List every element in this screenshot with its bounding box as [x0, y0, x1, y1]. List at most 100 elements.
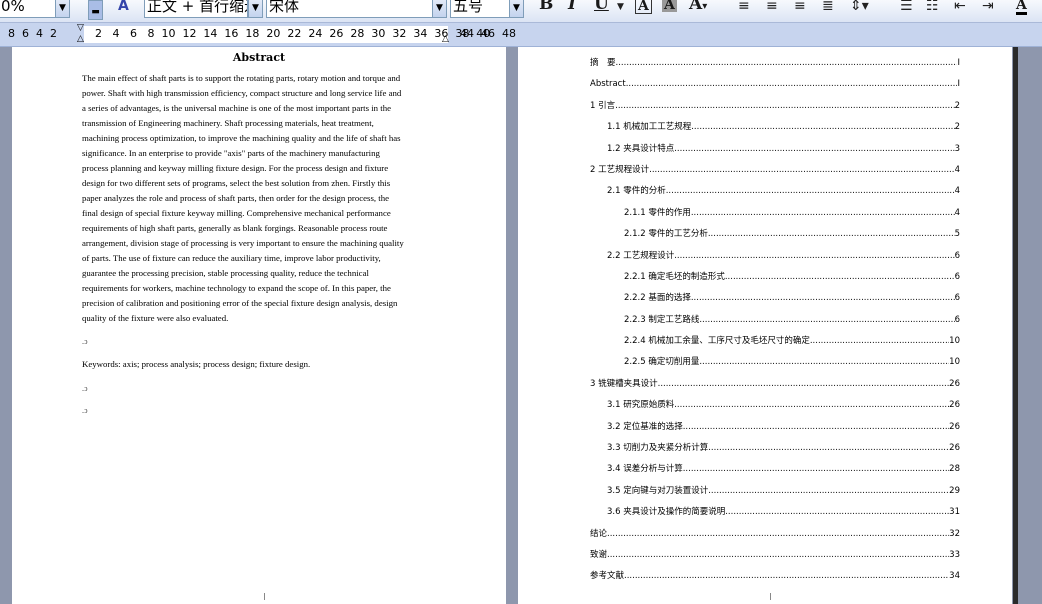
toc-entry[interactable]: 1.1 机械加工工艺规程 2 [590, 117, 960, 138]
ruler-main-numbers: 2 4 6 8 10 12 14 16 18 20 22 24 26 28 30… [95, 27, 491, 40]
toc-leader-dots [674, 395, 949, 416]
toc-entry-label: 2.2.5 确定切削用量 [624, 357, 700, 368]
toc-entry-label: 3.2 定位基准的选择 [607, 421, 683, 432]
toc-entry-page: 6 [954, 293, 960, 304]
toc-entry[interactable]: 2 工艺规程设计 4 [590, 160, 960, 181]
align-right-icon[interactable]: ≡ [794, 0, 806, 14]
toc-entry[interactable]: 3 铣键槽夹具设计 26 [590, 374, 960, 395]
toc-entry[interactable]: 2.1.1 零件的作用 4 [590, 203, 960, 224]
right-indent-marker[interactable]: △ [442, 34, 449, 44]
underline-button[interactable]: U [594, 0, 609, 14]
toc-entry[interactable]: 3.6 夹具设计及操作的简要说明 31 [590, 502, 960, 523]
abstract-line: process planning and keyway milling fixt… [82, 163, 389, 173]
toc-entry-page: 6 [954, 250, 960, 261]
zoom-dropdown-button[interactable]: ▼ [55, 0, 70, 18]
toc-entry-page: 26 [949, 443, 960, 454]
abstract-line: a series of advantages, is the universal… [82, 103, 392, 113]
abstract-line: significance. In an enterprise to provid… [82, 148, 380, 158]
font-size-dropdown-button[interactable]: ▼ [509, 0, 524, 18]
document-page-abstract[interactable]: Abstract The main effect of shaft parts … [12, 47, 506, 604]
toc-entry-label: Abstract [590, 79, 626, 90]
toc-entry[interactable]: 结论 32 [590, 524, 960, 545]
bold-button[interactable]: B [539, 0, 553, 14]
style-dropdown-button[interactable]: ▼ [248, 0, 263, 18]
toc-entry[interactable]: 2.2.5 确定切削用量 10 [590, 352, 960, 373]
italic-button[interactable]: I [568, 0, 576, 14]
toc-entry-label: 致谢 [590, 549, 608, 560]
toc-entry-label: 2.2.4 机械加工余量、工序尺寸及毛坯尺寸的确定 [624, 336, 810, 347]
toc-entry[interactable]: 2.2 工艺规程设计 6 [590, 246, 960, 267]
toc-entry-label: 结论 [590, 528, 608, 539]
toc-entry[interactable]: 3.5 定向键与对刀装置设计 29 [590, 481, 960, 502]
abstract-line: power. Shaft with high transmission effi… [82, 88, 402, 98]
abstract-line: The main effect of shaft parts is to sup… [82, 73, 401, 83]
toc-entry[interactable]: Abstract I [590, 74, 960, 95]
toc-entry-label: 1.2 夹具设计特点 [607, 143, 675, 154]
toc-entry[interactable]: 1 引言 2 [590, 96, 960, 117]
toc-entry-label: 2.1.1 零件的作用 [624, 207, 691, 218]
abstract-body[interactable]: The main effect of shaft parts is to sup… [82, 71, 452, 326]
font-combo[interactable]: 宋体 [266, 0, 434, 18]
font-color-button[interactable]: A [1016, 0, 1027, 15]
toc-entry[interactable]: 2.2.4 机械加工余量、工序尺寸及毛坯尺寸的确定 10 [590, 331, 960, 352]
toc-entry[interactable]: 参考文献 34 [590, 566, 960, 587]
toc-leader-dots [616, 53, 958, 74]
toc-entry-page: 26 [949, 400, 960, 411]
toc-leader-dots [691, 117, 954, 138]
toc-entry[interactable]: 3.2 定位基准的选择 26 [590, 417, 960, 438]
toc-entry[interactable]: 2.2.1 确定毛坯的制造形式 6 [590, 267, 960, 288]
toc-entry[interactable]: 3.3 切削力及夹紧分析计算 26 [590, 438, 960, 459]
style-combo[interactable]: 正文 + 首行缩进 [144, 0, 248, 18]
abstract-line: final design of special fixture keyway m… [82, 208, 391, 218]
toc-entry-label: 2 工艺规程设计 [590, 164, 650, 175]
toc-entry[interactable]: 摘 要I [590, 53, 960, 74]
font-dropdown-button[interactable]: ▼ [432, 0, 447, 18]
line-spacing-icon[interactable]: ⇕▾ [850, 0, 869, 14]
toc-leader-dots [691, 203, 955, 224]
toc-entry-page: 28 [949, 464, 960, 475]
keywords-line: Keywords: axis; process analysis; proces… [82, 359, 311, 369]
ruler-left-numbers: 8 6 4 2 [8, 27, 57, 40]
font-size-combo[interactable]: 五号 [450, 0, 510, 18]
horizontal-ruler[interactable]: 8 6 4 2 2 4 6 8 10 12 14 16 18 20 22 24 … [0, 23, 1042, 47]
toolbar-options-button[interactable]: ▬ [88, 0, 103, 20]
toc-entry[interactable]: 1.2 夹具设计特点 3 [590, 139, 960, 160]
character-shading-button[interactable]: A [662, 0, 677, 12]
align-left-icon[interactable]: ≡ [738, 0, 750, 14]
toc-entry-label: 2.2.2 基面的选择 [624, 293, 691, 304]
toc-entry-page: 26 [949, 421, 960, 432]
toc-leader-dots [607, 545, 949, 566]
paragraph-mark: .ↄ [82, 337, 88, 346]
toc-entry[interactable]: 2.1.2 零件的工艺分析 5 [590, 224, 960, 245]
align-center-icon[interactable]: ≡ [766, 0, 778, 14]
toc-entry[interactable]: 2.1 零件的分析 4 [590, 181, 960, 202]
numbering-icon[interactable]: ☰ [900, 0, 913, 14]
toc-entry-label: 2.1 零件的分析 [607, 186, 666, 197]
toc-leader-dots [683, 459, 949, 480]
toc-entry[interactable]: 2.2.3 制定工艺路线 6 [590, 310, 960, 331]
styles-and-formatting-icon[interactable]: A [118, 0, 129, 14]
toc-entry-label: 2.2 工艺规程设计 [607, 250, 675, 261]
increase-indent-icon[interactable]: ⇥ [982, 0, 994, 14]
first-line-indent-marker[interactable]: ▽ [77, 23, 84, 33]
bullets-icon[interactable]: ☷ [926, 0, 939, 14]
zoom-combo[interactable]: 0% [0, 0, 56, 18]
abstract-line: paper analyzes the role and process of s… [82, 193, 390, 203]
toc-entry[interactable]: 3.4 误差分析与计算 28 [590, 459, 960, 480]
toc-entry-page: 6 [954, 314, 960, 325]
toc-entry[interactable]: 2.2.2 基面的选择 6 [590, 288, 960, 309]
toc-entry-page: 4 [954, 186, 960, 197]
character-border-button[interactable]: A [635, 0, 652, 14]
table-of-contents[interactable]: 摘 要 I Abstract I 1 引言 2 1.1 机械加工工艺规程 2 1.2 夹具设计特… [590, 53, 960, 588]
toc-entry[interactable]: 致谢 33 [590, 545, 960, 566]
decrease-indent-icon[interactable]: ⇤ [954, 0, 966, 14]
toc-leader-dots [810, 331, 949, 352]
document-page-toc[interactable]: 摘 要 I Abstract I 1 引言 2 1.1 机械加工工艺规程 2 1.2 夹具设计特… [518, 47, 1012, 604]
toc-leader-dots [658, 374, 950, 395]
toc-entry-page: 34 [949, 571, 960, 582]
toc-entry[interactable]: 3.1 研究原始质料 26 [590, 395, 960, 416]
underline-dropdown-icon[interactable]: ▼ [617, 2, 624, 12]
left-indent-marker[interactable]: △ [77, 34, 84, 44]
character-scaling-button[interactable]: A▾ [689, 0, 707, 14]
justify-icon[interactable]: ≣ [822, 0, 834, 14]
